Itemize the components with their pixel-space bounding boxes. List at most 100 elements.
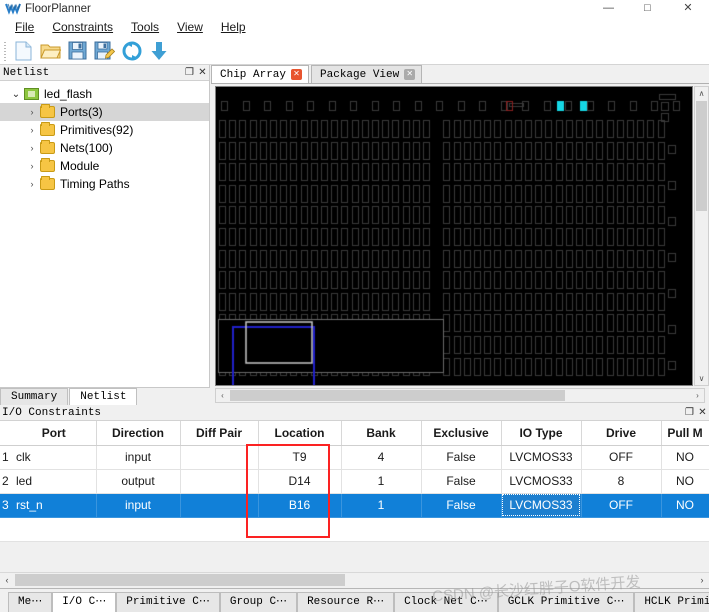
chip-array-canvas-container[interactable] <box>215 86 693 386</box>
cell-bank[interactable]: 1 <box>341 493 422 518</box>
save-as-icon[interactable] <box>91 38 118 64</box>
tree-item-timing-paths[interactable]: › Timing Paths <box>0 175 209 193</box>
cell-direction[interactable]: input <box>96 445 181 470</box>
tab-group-constraints[interactable]: Group C⋯ <box>219 592 298 612</box>
refresh-icon[interactable] <box>118 38 145 64</box>
minimize-button[interactable]: — <box>589 0 628 17</box>
cell-io-type[interactable]: LVCMOS33 <box>501 445 582 470</box>
netlist-close-icon[interactable]: ✕ <box>196 67 209 79</box>
cell-direction[interactable]: output <box>96 469 181 494</box>
menu-view[interactable]: View <box>168 18 212 36</box>
cell-port[interactable]: led <box>12 469 97 494</box>
cell-pull-mode[interactable]: NO <box>661 469 709 494</box>
cell-port[interactable]: rst_n <box>12 493 97 518</box>
ioc-hscroll-thumb[interactable] <box>15 574 345 586</box>
cell-exclusive[interactable]: False <box>421 469 502 494</box>
download-icon[interactable] <box>145 38 172 64</box>
cell-port[interactable]: clk <box>12 445 97 470</box>
table-row[interactable]: 1 clk input T9 4 False LVCMOS33 OFF NO <box>0 445 709 470</box>
save-icon[interactable] <box>64 38 91 64</box>
column-header-exclusive[interactable]: Exclusive <box>421 421 502 446</box>
close-icon[interactable]: ✕ <box>404 69 416 80</box>
hscroll-thumb[interactable] <box>230 390 565 401</box>
scroll-up-icon[interactable]: ∧ <box>695 87 708 100</box>
column-header-pull-mode[interactable]: Pull M <box>661 421 709 446</box>
scroll-left-icon[interactable]: ‹ <box>216 389 229 402</box>
io-constraints-close-icon[interactable]: ✕ <box>696 407 709 419</box>
tab-chip-array[interactable]: Chip Array ✕ <box>211 65 310 83</box>
cell-location[interactable]: D14 <box>258 469 342 494</box>
netlist-title-bar: Netlist ❐ ✕ <box>0 65 209 81</box>
tab-gclk-primitive-constraints[interactable]: GCLK Primitive C⋯ <box>497 592 635 612</box>
canvas-horizontal-scrollbar[interactable]: ‹ › <box>215 388 705 403</box>
chevron-right-icon[interactable]: › <box>24 143 40 153</box>
scroll-right-icon[interactable]: › <box>695 573 709 587</box>
table-row[interactable]: 2 led output D14 1 False LVCMOS33 8 NO <box>0 469 709 494</box>
tab-hclk-primitive-constraints[interactable]: HCLK Primitive C⋯ <box>634 592 709 612</box>
new-icon[interactable] <box>10 38 37 64</box>
cell-location[interactable]: B16 <box>258 493 342 518</box>
cell-diff-pair[interactable] <box>180 445 259 470</box>
menu-constraints[interactable]: Constraints <box>43 18 122 36</box>
vscroll-thumb[interactable] <box>696 101 707 211</box>
column-header-io-type[interactable]: IO Type <box>501 421 582 446</box>
cell-bank[interactable]: 4 <box>341 445 422 470</box>
cell-drive[interactable]: OFF <box>581 445 662 470</box>
column-header-bank[interactable]: Bank <box>341 421 422 446</box>
maximize-button[interactable]: □ <box>628 0 667 17</box>
canvas-vertical-scrollbar[interactable]: ∧ ∨ <box>694 86 709 386</box>
close-button[interactable]: ✕ <box>667 0 709 17</box>
cell-direction[interactable]: input <box>96 493 181 518</box>
tab-io-constraints[interactable]: I/O C⋯ <box>52 592 117 612</box>
menu-file[interactable]: File <box>6 18 43 36</box>
cell-drive[interactable]: OFF <box>581 493 662 518</box>
cell-pull-mode[interactable]: NO <box>661 445 709 470</box>
cell-location[interactable]: T9 <box>258 445 342 470</box>
tab-clock-net-constraints[interactable]: Clock Net C⋯ <box>394 592 498 612</box>
cell-bank[interactable]: 1 <box>341 469 422 494</box>
cell-diff-pair[interactable] <box>180 469 259 494</box>
scroll-down-icon[interactable]: ∨ <box>695 372 708 385</box>
tab-message[interactable]: Me⋯ <box>8 592 53 612</box>
cell-io-type[interactable]: LVCMOS33 <box>501 469 582 494</box>
chevron-right-icon[interactable]: › <box>24 161 40 171</box>
toolbar-grip[interactable] <box>2 39 8 62</box>
chevron-right-icon[interactable]: › <box>24 125 40 135</box>
menu-help[interactable]: Help <box>212 18 255 36</box>
tab-primitive-constraints[interactable]: Primitive C⋯ <box>116 592 220 612</box>
io-constraints-horizontal-scrollbar[interactable]: ‹ › <box>0 572 709 587</box>
tree-item-led-flash[interactable]: ⌄ led_flash <box>0 85 209 103</box>
netlist-float-icon[interactable]: ❐ <box>183 67 196 79</box>
cell-diff-pair[interactable] <box>180 493 259 518</box>
chip-array-canvas[interactable] <box>216 87 692 385</box>
tree-item-primitives[interactable]: › Primitives(92) <box>0 121 209 139</box>
scroll-right-icon[interactable]: › <box>691 389 704 402</box>
cell-exclusive[interactable]: False <box>421 493 502 518</box>
tree-item-nets[interactable]: › Nets(100) <box>0 139 209 157</box>
tab-package-view[interactable]: Package View ✕ <box>311 65 423 83</box>
open-folder-icon[interactable] <box>37 38 64 64</box>
scroll-left-icon[interactable]: ‹ <box>0 573 14 587</box>
chevron-right-icon[interactable]: › <box>24 107 40 117</box>
cell-exclusive[interactable]: False <box>421 445 502 470</box>
tab-resource-report[interactable]: Resource R⋯ <box>297 592 395 612</box>
menu-tools[interactable]: Tools <box>122 18 168 36</box>
column-header-diff-pair[interactable]: Diff Pair <box>180 421 259 446</box>
table-row[interactable]: 3 rst_n input B16 1 False LVCMOS33 OFF N… <box>0 493 709 518</box>
cell-io-type[interactable]: LVCMOS33 <box>501 493 582 518</box>
column-header-direction[interactable]: Direction <box>96 421 181 446</box>
column-header-drive[interactable]: Drive <box>581 421 662 446</box>
tree-item-module[interactable]: › Module <box>0 157 209 175</box>
tree-item-ports[interactable]: › Ports(3) <box>0 103 209 121</box>
row-index: 1 <box>0 445 12 470</box>
chevron-down-icon[interactable]: ⌄ <box>8 89 24 100</box>
io-constraints-float-icon[interactable]: ❐ <box>683 407 696 419</box>
tab-netlist[interactable]: Netlist <box>69 388 138 405</box>
column-header-location[interactable]: Location <box>258 421 342 446</box>
column-header-port[interactable]: Port <box>12 421 97 446</box>
cell-pull-mode[interactable]: NO <box>661 493 709 518</box>
cell-drive[interactable]: 8 <box>581 469 662 494</box>
chevron-right-icon[interactable]: › <box>24 179 40 189</box>
tab-summary[interactable]: Summary <box>0 388 69 405</box>
close-icon[interactable]: ✕ <box>291 69 303 80</box>
